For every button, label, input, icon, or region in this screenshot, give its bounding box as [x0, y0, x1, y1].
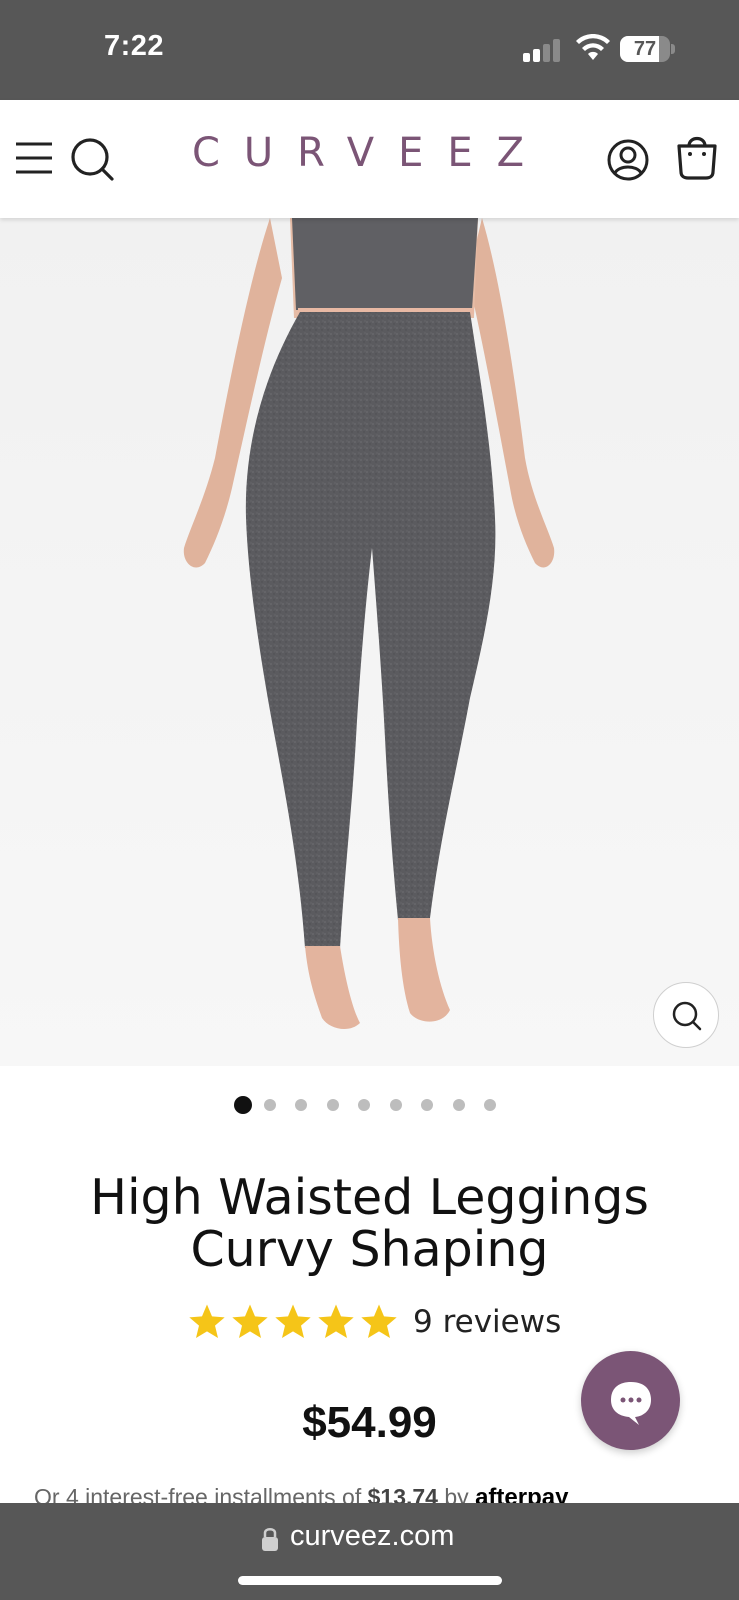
search-icon[interactable]: [68, 135, 116, 183]
reviews-link[interactable]: 9 reviews: [413, 1304, 561, 1340]
home-indicator[interactable]: [238, 1576, 502, 1585]
lock-icon: [262, 1528, 278, 1551]
product-title: High Waisted Leggings Curvy Shaping: [40, 1172, 699, 1276]
status-time: 7:22: [104, 30, 165, 62]
status-bar: 7:22 77: [0, 0, 739, 100]
gallery-dot[interactable]: [234, 1096, 252, 1114]
star-icon: [189, 1304, 225, 1338]
star-icon: [232, 1304, 268, 1338]
url-text[interactable]: curveez.com: [290, 1520, 454, 1553]
account-icon[interactable]: [606, 138, 650, 182]
gallery-dot[interactable]: [326, 1099, 339, 1111]
star-icon: [318, 1304, 354, 1338]
star-icon: [275, 1304, 311, 1338]
gallery-dot[interactable]: [358, 1099, 370, 1111]
gallery-dot[interactable]: [421, 1099, 433, 1111]
magnifier-icon: [672, 1001, 702, 1031]
brand-logo[interactable]: CURVEEZ: [180, 130, 560, 176]
page: 7:22 77 CURVEEZ High Waisted Leggings Cu…: [0, 0, 739, 1600]
chat-button[interactable]: [581, 1351, 680, 1450]
battery-icon: 77: [620, 36, 675, 62]
star-icon: [361, 1304, 397, 1338]
cellular-signal-icon: [523, 38, 563, 62]
gallery-dot[interactable]: [389, 1099, 402, 1111]
menu-icon[interactable]: [14, 140, 54, 176]
product-price: $54.99: [302, 1398, 437, 1447]
product-title-line1: High Waisted Leggings: [90, 1169, 649, 1226]
product-image[interactable]: [0, 218, 739, 1066]
gallery-dot[interactable]: [295, 1099, 307, 1111]
leggings-model-illustration: [183, 218, 555, 1030]
gallery-dot[interactable]: [452, 1099, 465, 1111]
gallery-dot[interactable]: [263, 1099, 276, 1111]
zoom-button[interactable]: [653, 982, 719, 1048]
product-title-line2: Curvy Shaping: [190, 1221, 549, 1278]
wifi-icon: [576, 34, 610, 60]
product-rating[interactable]: 9 reviews: [186, 1300, 561, 1344]
cart-icon[interactable]: [674, 132, 720, 180]
rating-stars: [186, 1302, 401, 1342]
gallery-dot[interactable]: [484, 1099, 496, 1111]
battery-percent: 77: [633, 38, 657, 60]
chat-bubble-icon: [611, 1382, 651, 1425]
